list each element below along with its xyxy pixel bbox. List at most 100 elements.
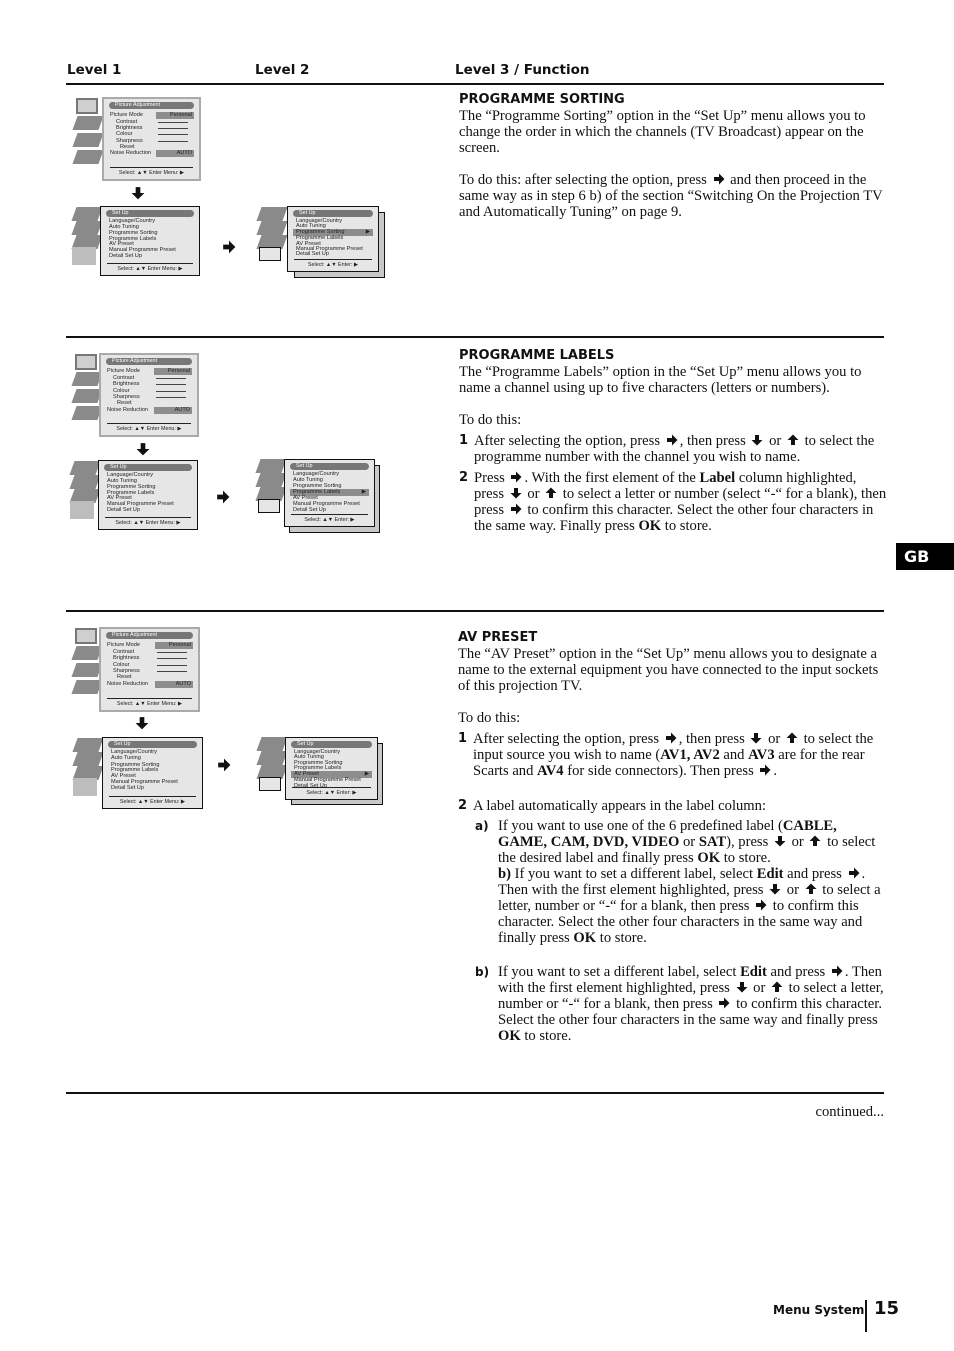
menu-footer: Select: ▲▼ Enter Menu: ▶ bbox=[107, 263, 193, 272]
continued-note: continued... bbox=[815, 1104, 885, 1120]
arrow-down-icon bbox=[136, 442, 150, 456]
sound-icon bbox=[256, 221, 288, 235]
arrow-down-icon bbox=[774, 835, 786, 847]
picture-icon bbox=[76, 98, 98, 114]
menu-row: Noise Reduction AUTO bbox=[107, 407, 192, 414]
setup-icon bbox=[258, 499, 280, 513]
section-divider bbox=[66, 610, 884, 612]
arrow-down-icon bbox=[769, 883, 781, 895]
menu-footer: Select: ▲▼ Enter Menu: ▶ bbox=[105, 517, 191, 526]
setup-icon bbox=[70, 501, 94, 519]
menu-row-label: Colour bbox=[116, 131, 133, 137]
menu-row: Detail Set Up bbox=[296, 251, 329, 257]
arrow-up-icon bbox=[787, 434, 799, 446]
picture-mode-value: Personal bbox=[156, 112, 194, 119]
menu-title: Set Up bbox=[104, 464, 192, 471]
sound-icon bbox=[69, 475, 101, 489]
arrow-down-icon bbox=[131, 186, 145, 200]
section-heading: PROGRAMME SORTING bbox=[459, 92, 625, 107]
menu-footer: Select: ▲▼ Enter Menu: ▶ bbox=[107, 423, 191, 432]
menu-row: Reset bbox=[117, 674, 132, 680]
arrow-down-icon bbox=[750, 732, 762, 744]
menu-row: Noise Reduction AUTO bbox=[107, 681, 193, 688]
arrow-right-icon bbox=[831, 965, 843, 977]
arrow-up-icon bbox=[771, 981, 783, 993]
setup-menu: Set Up Language/Country Auto Tuning Prog… bbox=[98, 460, 198, 530]
arrow-down-icon bbox=[736, 981, 748, 993]
features-icon bbox=[71, 389, 103, 403]
setup-submenu: Set Up Language/Country Auto Tuning Prog… bbox=[287, 206, 379, 272]
language-tab-gb: GB bbox=[896, 543, 954, 570]
arrow-down-icon bbox=[510, 487, 522, 499]
slider bbox=[158, 141, 188, 142]
picture-icon bbox=[256, 737, 288, 751]
header-level-3: Level 3 / Function bbox=[455, 62, 590, 78]
menu-row: Auto Tuning bbox=[111, 755, 141, 761]
header-rule bbox=[66, 83, 884, 85]
arrow-right-icon bbox=[755, 899, 767, 911]
picture-icon bbox=[72, 738, 104, 752]
step-1: 1 After selecting the option, press , th… bbox=[458, 731, 874, 779]
slider bbox=[158, 134, 188, 135]
picture-mode-value: Personal bbox=[155, 642, 193, 649]
section-divider bbox=[66, 1092, 884, 1094]
slider bbox=[157, 658, 187, 659]
setup-icon bbox=[72, 247, 96, 265]
footer-section-name: Menu System bbox=[773, 1303, 865, 1317]
slider bbox=[157, 652, 187, 653]
menu-footer: Select: ▲▼ Enter: ▶ bbox=[292, 787, 371, 796]
menu-footer: Select: ▲▼ Enter Menu: ▶ bbox=[107, 698, 192, 707]
section-heading: AV PRESET bbox=[458, 630, 538, 645]
sound-icon bbox=[71, 646, 103, 660]
section-intro: The “Programme Sorting” option in the “S… bbox=[459, 108, 866, 156]
arrow-right-icon bbox=[217, 758, 231, 772]
arrow-up-icon bbox=[805, 883, 817, 895]
section-programme-labels: PROGRAMME LABELS The “Programme Labels” … bbox=[459, 348, 889, 534]
page-number: 15 bbox=[874, 1298, 900, 1319]
slider bbox=[158, 122, 188, 123]
sound-icon bbox=[71, 221, 103, 235]
menu-title: Picture Adjustment bbox=[109, 102, 194, 109]
menu-title: Set Up bbox=[290, 463, 369, 470]
menu-title: Set Up bbox=[106, 210, 194, 217]
noise-value: AUTO bbox=[156, 150, 194, 157]
picture-icon bbox=[71, 207, 103, 221]
substep-b: b) If you want to set a different label,… bbox=[475, 964, 884, 1044]
setup-icon bbox=[259, 247, 281, 261]
section-programme-sorting: PROGRAMME SORTING The “Programme Sorting… bbox=[459, 92, 889, 220]
header-level-1: Level 1 bbox=[67, 62, 122, 78]
setup-icon bbox=[73, 778, 97, 796]
arrow-right-icon bbox=[222, 240, 236, 254]
todo-label: To do this: bbox=[458, 710, 521, 726]
menu-title: Picture Adjustment bbox=[106, 358, 192, 365]
noise-value: AUTO bbox=[154, 407, 192, 414]
picture-icon bbox=[255, 459, 287, 473]
menu-row-label: Noise Reduction bbox=[110, 150, 152, 156]
slider bbox=[157, 671, 187, 672]
todo-label: To do this: bbox=[459, 412, 522, 428]
menu-row-label: Picture Mode bbox=[110, 112, 143, 118]
arrow-right-icon bbox=[510, 471, 522, 483]
instruction: To do this: after selecting the option, … bbox=[459, 172, 883, 220]
menu-row: Picture Mode Personal bbox=[107, 642, 193, 649]
menu-row: Reset bbox=[117, 400, 132, 406]
menu-title: Set Up bbox=[293, 210, 373, 217]
setup-icon bbox=[72, 150, 104, 164]
slider bbox=[158, 128, 188, 129]
arrow-right-icon bbox=[718, 997, 730, 1009]
arrow-right-icon bbox=[713, 173, 725, 185]
step-2: 2 A label automatically appears in the l… bbox=[458, 798, 766, 814]
setup-menu: Set Up Language/Country Auto Tuning Prog… bbox=[100, 206, 200, 276]
menu-row: Detail Set Up bbox=[109, 253, 142, 259]
setup-icon bbox=[259, 777, 281, 791]
menu-title: Set Up bbox=[108, 741, 197, 748]
sound-icon bbox=[255, 473, 287, 487]
arrow-up-icon bbox=[786, 732, 798, 744]
picture-icon bbox=[75, 628, 97, 644]
header-level-2: Level 2 bbox=[255, 62, 310, 78]
slider bbox=[156, 397, 186, 398]
menu-footer: Select: ▲▼ Enter Menu: ▶ bbox=[110, 167, 193, 176]
picture-adjustment-menu: Picture Adjustment Picture Mode Personal … bbox=[99, 353, 199, 437]
arrow-right-icon bbox=[759, 764, 771, 776]
arrow-up-icon bbox=[809, 835, 821, 847]
